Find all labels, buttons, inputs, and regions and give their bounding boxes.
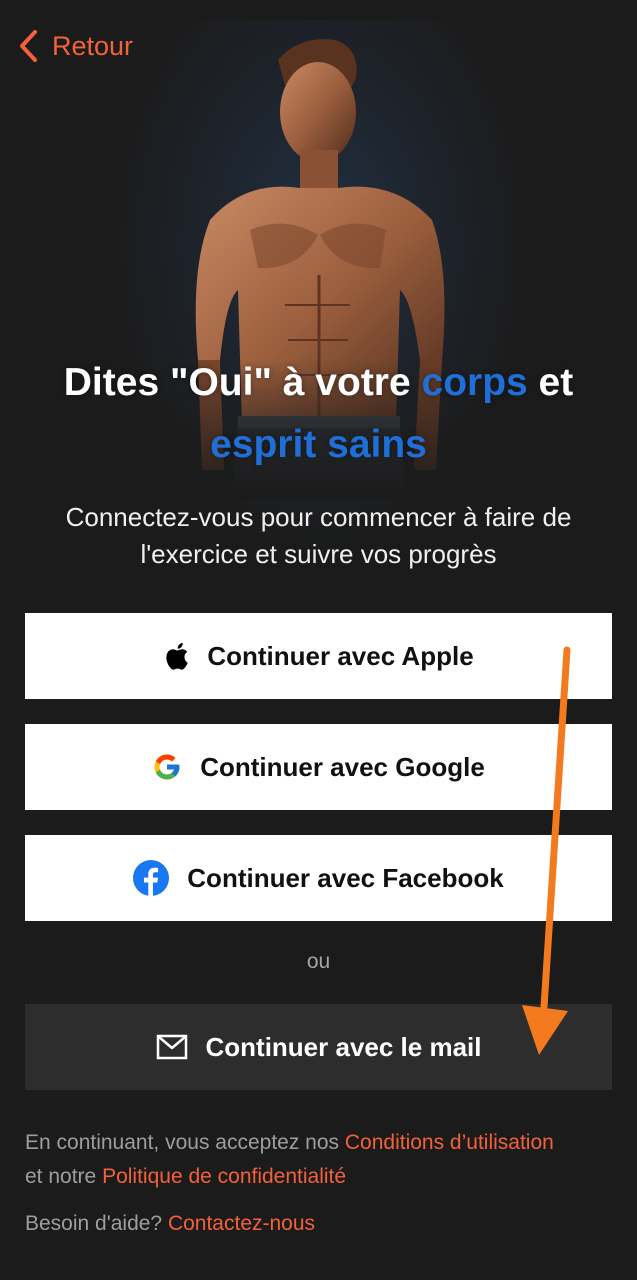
continue-facebook-label: Continuer avec Facebook xyxy=(187,862,504,893)
subtitle: Connectez-vous pour commencer à faire de… xyxy=(20,499,617,573)
facebook-icon xyxy=(133,860,170,896)
headline-text-1: Dites "Oui" à votre xyxy=(63,361,422,404)
subtitle-line-1: Connectez-vous pour commencer à faire de xyxy=(65,502,572,532)
apple-icon xyxy=(166,642,189,670)
legal-prefix: En continuant, vous acceptez nos xyxy=(25,1131,345,1154)
continue-mail-label: Continuer avec le mail xyxy=(205,1031,482,1062)
help-prefix: Besoin d'aide? xyxy=(25,1212,168,1235)
subtitle-line-2: l'exercice et suivre vos progrès xyxy=(140,539,497,569)
continue-apple-label: Continuer avec Apple xyxy=(207,640,474,671)
mail-icon xyxy=(156,1034,187,1060)
terms-link[interactable]: Conditions d’utilisation xyxy=(345,1131,554,1154)
annotation-arrow xyxy=(522,646,571,1055)
continue-google-label: Continuer avec Google xyxy=(200,751,485,782)
legal-line-2: et notre Politique de confidentialité xyxy=(25,1160,625,1194)
legal-line-1: En continuant, vous acceptez nos Conditi… xyxy=(25,1126,625,1160)
chevron-left-icon xyxy=(20,30,37,62)
legal-notice: En continuant, vous acceptez nos Conditi… xyxy=(25,1126,625,1194)
headline-text-2: et xyxy=(527,361,574,404)
page-title: Dites "Oui" à votre corps et esprit sain… xyxy=(0,352,637,476)
back-button[interactable]: Retour xyxy=(18,26,133,66)
headline-accent-1: corps xyxy=(421,361,528,404)
legal-middle: et notre xyxy=(25,1165,103,1188)
back-label: Retour xyxy=(52,30,134,61)
help-notice: Besoin d'aide? Contactez-nous xyxy=(25,1207,625,1241)
headline-accent-2: esprit sains xyxy=(210,423,427,466)
privacy-link[interactable]: Politique de confidentialité xyxy=(102,1165,346,1188)
contact-link[interactable]: Contactez-nous xyxy=(168,1212,315,1235)
headline-line-2: esprit sains xyxy=(0,414,637,476)
headline-line-1: Dites "Oui" à votre corps et xyxy=(0,352,637,414)
google-icon xyxy=(154,754,180,780)
